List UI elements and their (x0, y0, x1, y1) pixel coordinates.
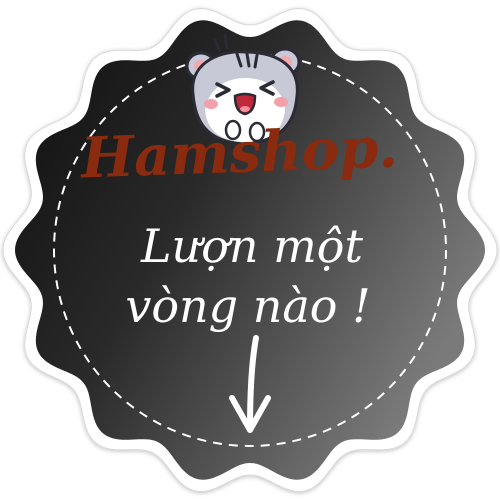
sticker-badge: Hamshop. Lượn một vòng nào ! (2, 8, 498, 492)
message-line-1: Lượn một (140, 219, 363, 273)
brand-wordmark: Hamshop. (78, 115, 399, 192)
message-line-2: vòng nào ! (125, 279, 370, 333)
